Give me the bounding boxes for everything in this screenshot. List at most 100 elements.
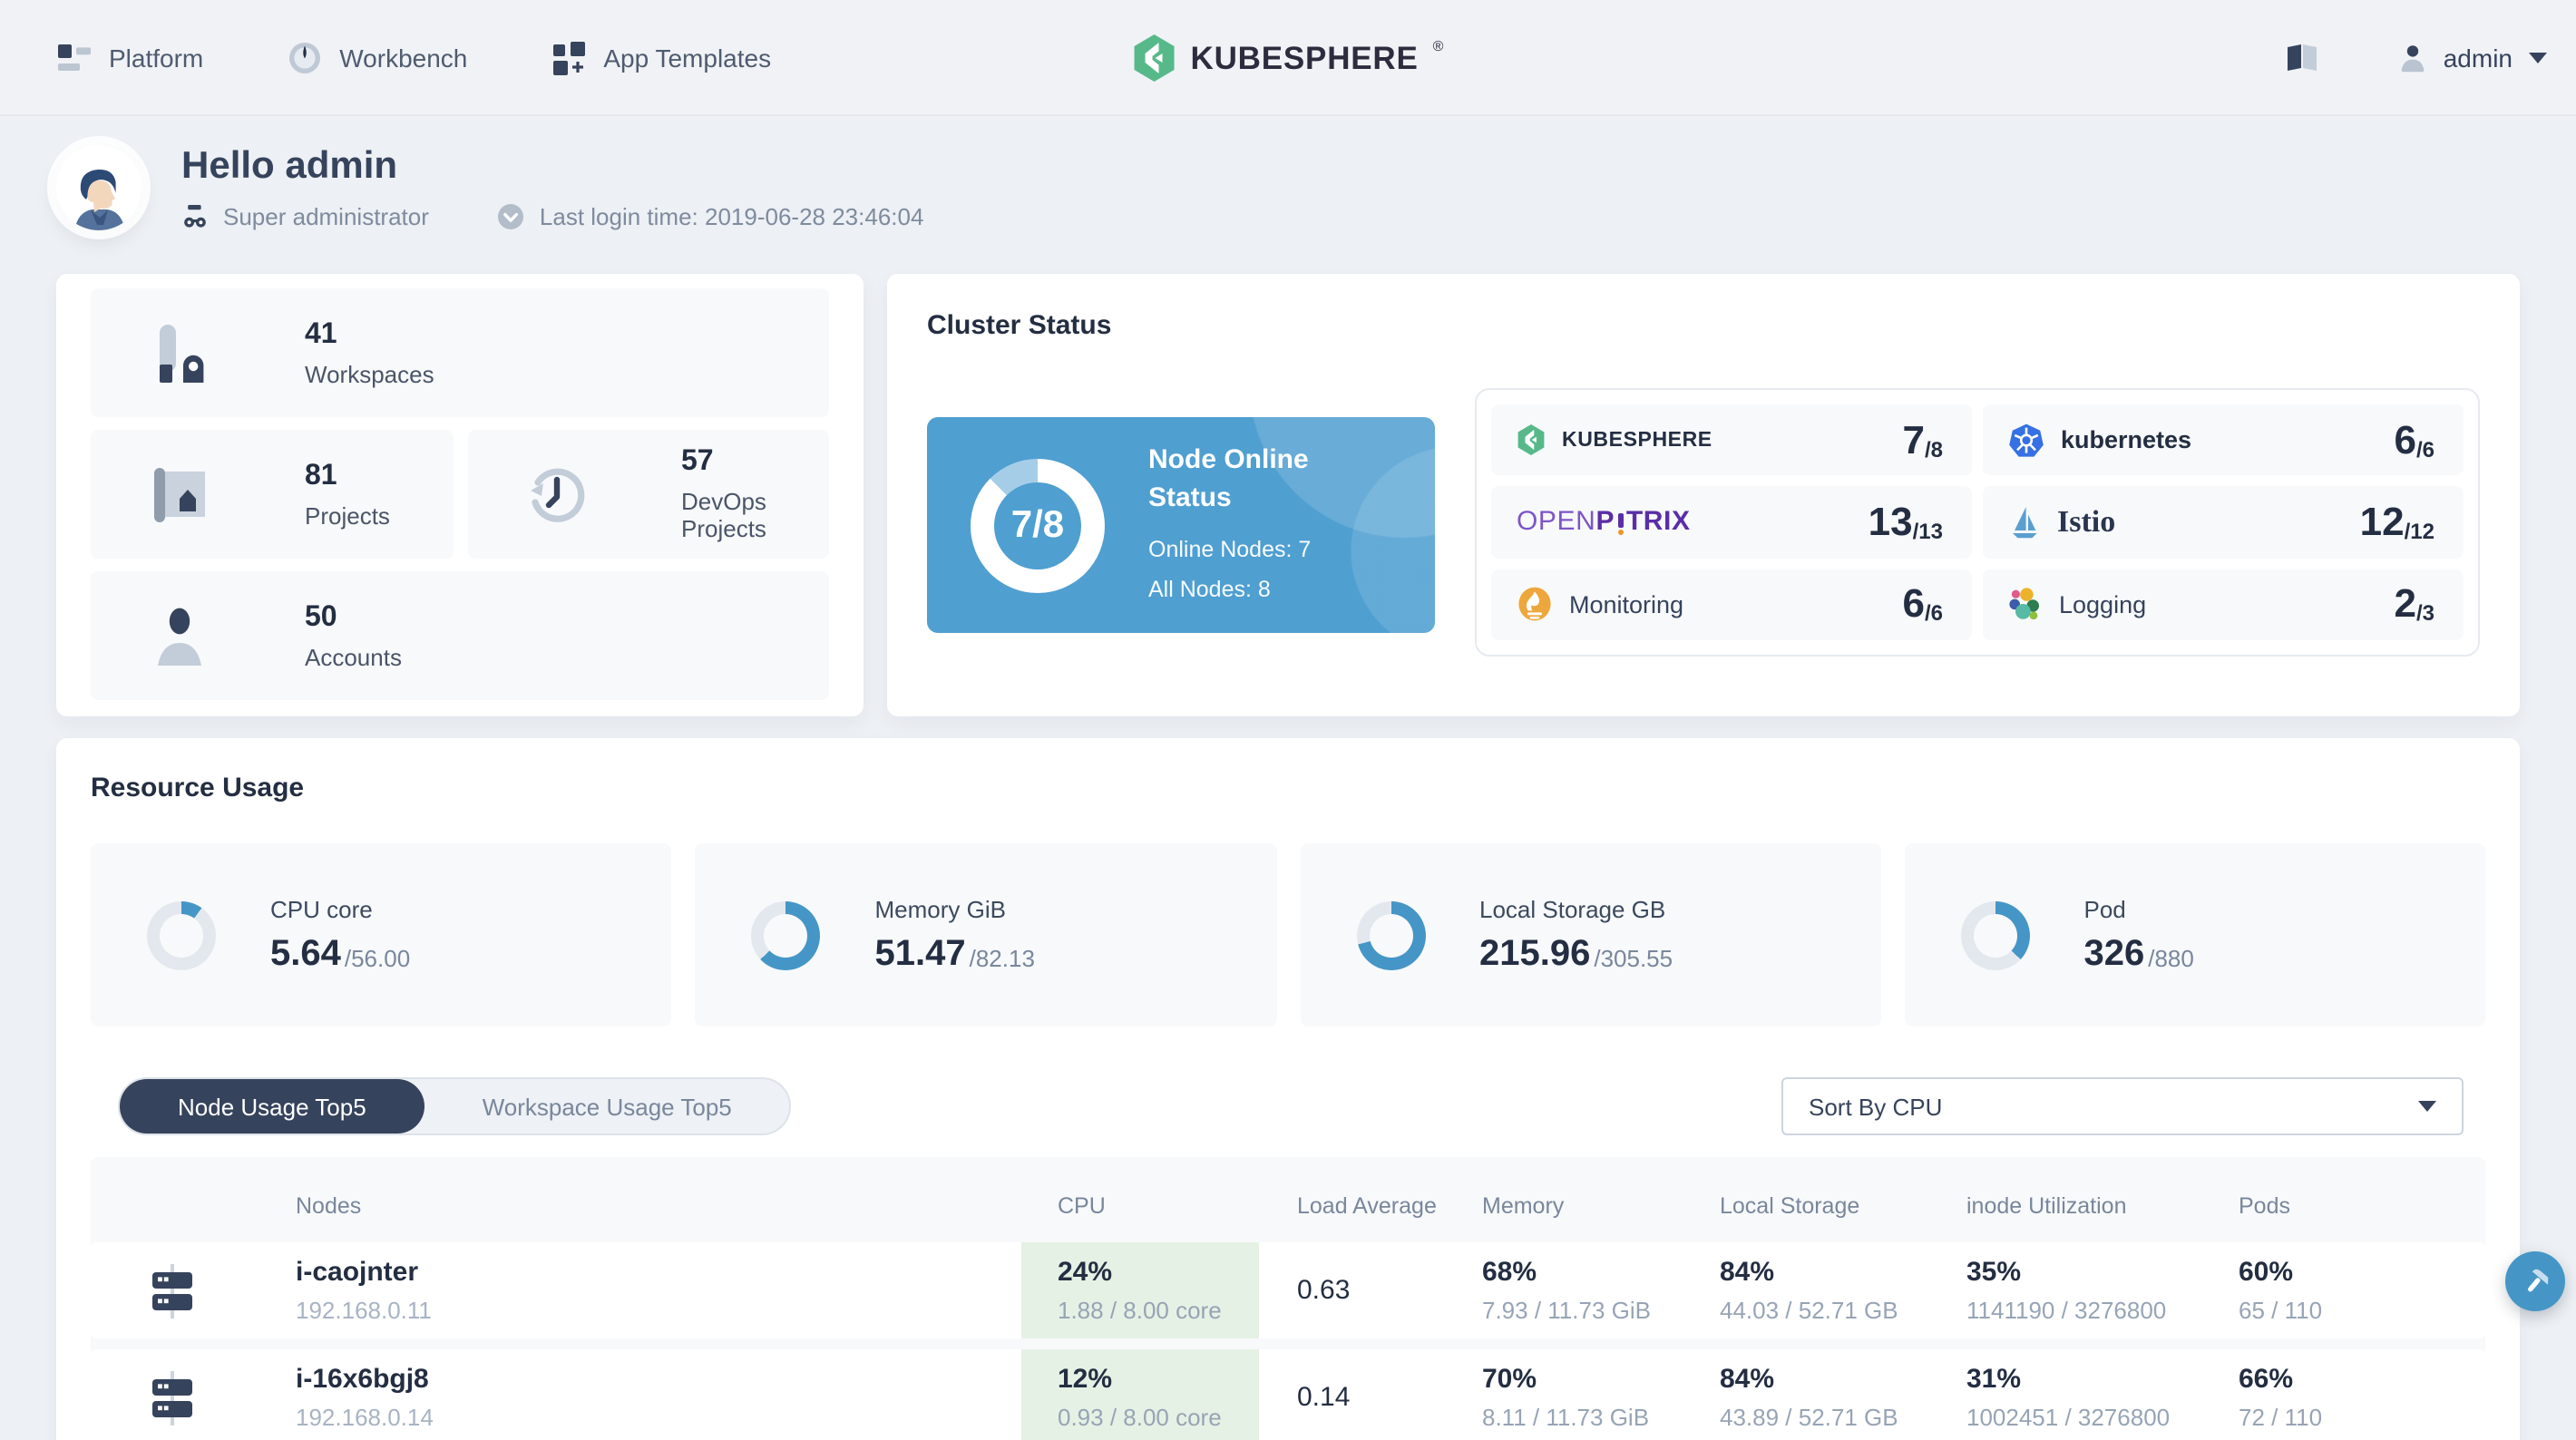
gauge-memory: Memory GiB 51.47/82.13 bbox=[695, 843, 1276, 1026]
stat-tile-workspaces[interactable]: 41 Workspaces bbox=[91, 288, 829, 417]
resource-gauges: CPU core 5.64/56.00 Memory GiB 51.47/82.… bbox=[91, 843, 2485, 1026]
gauge-label: Pod bbox=[2083, 895, 2126, 922]
stat-tile-accounts[interactable]: 50 Accounts bbox=[91, 571, 829, 700]
node-ip: 192.168.0.11 bbox=[296, 1297, 432, 1324]
tab-workspace-usage-top5[interactable]: Workspace Usage Top5 bbox=[424, 1079, 790, 1134]
usage-tabs: Node Usage Top5 Workspace Usage Top5 bbox=[118, 1077, 792, 1135]
docs-book-icon[interactable] bbox=[2282, 39, 2322, 75]
stat-text: 41 Workspaces bbox=[305, 318, 434, 387]
memory-cell: 70% 8.11 / 11.73 GiB bbox=[1482, 1349, 1720, 1440]
nav-item-label: Workbench bbox=[339, 43, 468, 72]
memory-percent: 70% bbox=[1482, 1364, 1537, 1395]
stat-label: Workspaces bbox=[305, 360, 434, 387]
column-header-memory: Memory bbox=[1482, 1193, 1565, 1219]
tab-node-usage-top5[interactable]: Node Usage Top5 bbox=[120, 1079, 424, 1134]
table-header: Nodes CPU Load Average Memory Local Stor… bbox=[91, 1193, 2485, 1219]
cluster-body: 7/8 Node Online Status Online Nodes: 7 A… bbox=[927, 388, 2480, 657]
component-logo: kubernetes bbox=[2008, 422, 2191, 458]
gauge-label: CPU core bbox=[270, 895, 373, 922]
pods-percent: 66% bbox=[2239, 1364, 2294, 1395]
gauge-value: 326/880 bbox=[2083, 933, 2194, 973]
openpitrix-exclamation bbox=[1617, 511, 1624, 536]
node-name: i-caojnter bbox=[296, 1257, 419, 1288]
registered-mark: ® bbox=[1432, 37, 1444, 54]
gauge-cpu: CPU core 5.64/56.00 bbox=[91, 843, 672, 1026]
component-monitoring: Monitoring 6/6 bbox=[1491, 569, 1972, 640]
component-count: 6/6 bbox=[1902, 580, 1943, 627]
greeting-banner: Hello admin Super administrator Last log… bbox=[0, 116, 2576, 256]
role-label: Super administrator bbox=[223, 203, 429, 230]
avatar-illustration bbox=[73, 169, 124, 230]
monitoring-prometheus-icon bbox=[1517, 587, 1553, 623]
avatar bbox=[56, 145, 141, 230]
nav-item-workbench[interactable]: Workbench bbox=[287, 39, 467, 75]
nav-item-platform[interactable]: Platform bbox=[56, 39, 203, 75]
node-online-info: Node Online Status Online Nodes: 7 All N… bbox=[1148, 441, 1311, 609]
component-name: Logging bbox=[2059, 590, 2147, 618]
platform-icon bbox=[56, 39, 93, 75]
last-login-label: Last login time: 2019-06-28 23:46:04 bbox=[539, 203, 924, 230]
platform-stats-card: 41 Workspaces 81 Projects 57 DevOps Proj… bbox=[56, 274, 864, 716]
local-storage-cell: 84% 44.03 / 52.71 GB bbox=[1720, 1242, 1966, 1338]
kubesphere-logo[interactable]: KUBESPHERE ® bbox=[1133, 34, 1444, 81]
column-header-pods: Pods bbox=[2239, 1193, 2290, 1219]
gauge-local-storage: Local Storage GB 215.96/305.55 bbox=[1300, 843, 1881, 1026]
storage-percent: 84% bbox=[1720, 1257, 1775, 1288]
gauge-value: 51.47/82.13 bbox=[874, 933, 1035, 973]
user-menu[interactable]: admin bbox=[2398, 43, 2547, 72]
inode-detail: 1002451 / 3276800 bbox=[1966, 1404, 2171, 1431]
nav-right: admin bbox=[2282, 39, 2547, 75]
pods-detail: 65 / 110 bbox=[2239, 1297, 2323, 1324]
greeting-block: Hello admin Super administrator Last log… bbox=[181, 145, 923, 230]
table-row-node-1[interactable]: i-caojnter 192.168.0.11 24% 1.88 / 8.00 … bbox=[91, 1242, 2485, 1338]
pods-detail: 72 / 110 bbox=[2239, 1404, 2323, 1431]
local-storage-cell: 84% 43.89 / 52.71 GB bbox=[1720, 1349, 1966, 1440]
cpu-detail: 0.93 / 8.00 core bbox=[1058, 1404, 1222, 1431]
node-usage-table: Nodes CPU Load Average Memory Local Stor… bbox=[91, 1157, 2485, 1440]
gauge-text: Memory GiB 51.47/82.13 bbox=[875, 895, 1035, 975]
role-group: Super administrator bbox=[181, 203, 429, 230]
projects-icon bbox=[149, 463, 210, 525]
column-header-local-storage: Local Storage bbox=[1720, 1193, 1860, 1219]
stat-text: 57 DevOps Projects bbox=[681, 446, 829, 542]
column-header-cpu: CPU bbox=[1058, 1193, 1106, 1219]
sort-by-select[interactable]: Sort By CPU bbox=[1781, 1077, 2464, 1135]
table-row-node-2[interactable]: i-16x6bgj8 192.168.0.14 12% 0.93 / 8.00 … bbox=[91, 1349, 2485, 1440]
quick-tools-button[interactable] bbox=[2505, 1251, 2565, 1311]
cpu-detail: 1.88 / 8.00 core bbox=[1058, 1297, 1222, 1324]
storage-detail: 43.89 / 52.71 GB bbox=[1720, 1404, 1898, 1431]
cpu-donut bbox=[147, 900, 216, 969]
component-name: KUBESPHERE bbox=[1562, 429, 1712, 452]
storage-detail: 44.03 / 52.71 GB bbox=[1720, 1297, 1898, 1324]
top-nav: Platform Workbench App Templates KUBESPH… bbox=[0, 0, 2576, 116]
node-name: i-16x6bgj8 bbox=[296, 1364, 429, 1395]
inode-percent: 31% bbox=[1966, 1364, 2022, 1395]
gauge-label: Local Storage GB bbox=[1479, 895, 1666, 922]
component-logo: Monitoring bbox=[1517, 587, 1683, 623]
component-istio: Istio 12/12 bbox=[1983, 486, 2464, 559]
stat-label: Projects bbox=[305, 501, 390, 529]
gauge-value: 5.64/56.00 bbox=[270, 933, 411, 973]
cpu-percent: 24% bbox=[1058, 1257, 1113, 1288]
logging-icon bbox=[2008, 587, 2043, 623]
gauge-value: 215.96/305.55 bbox=[1479, 933, 1673, 973]
cpu-cell: 12% 0.93 / 8.00 core bbox=[1021, 1349, 1259, 1440]
app-templates-icon bbox=[551, 39, 587, 75]
component-name: kubernetes bbox=[2061, 426, 2192, 454]
kubesphere-logo-icon bbox=[1517, 424, 1546, 456]
node-online-counts: Online Nodes: 7 All Nodes: 8 bbox=[1148, 530, 1311, 609]
node-online-title: Node Online Status bbox=[1148, 444, 1309, 513]
component-kubesphere: KUBESPHERE 7/8 bbox=[1491, 404, 1972, 476]
component-count: 2/3 bbox=[2394, 580, 2435, 627]
gauge-text: CPU core 5.64/56.00 bbox=[270, 895, 410, 975]
nav-item-app-templates[interactable]: App Templates bbox=[551, 39, 771, 75]
user-icon bbox=[2398, 43, 2427, 72]
chevron-down-icon bbox=[2529, 52, 2547, 63]
page-title: Hello admin bbox=[181, 145, 398, 187]
inode-percent: 35% bbox=[1966, 1257, 2022, 1288]
server-icon bbox=[149, 1263, 196, 1318]
stat-tile-projects[interactable]: 81 Projects bbox=[91, 430, 453, 559]
node-online-status-panel: 7/8 Node Online Status Online Nodes: 7 A… bbox=[927, 417, 1435, 633]
stat-tile-devops-projects[interactable]: 57 DevOps Projects bbox=[467, 430, 829, 559]
storage-donut bbox=[1356, 900, 1425, 969]
